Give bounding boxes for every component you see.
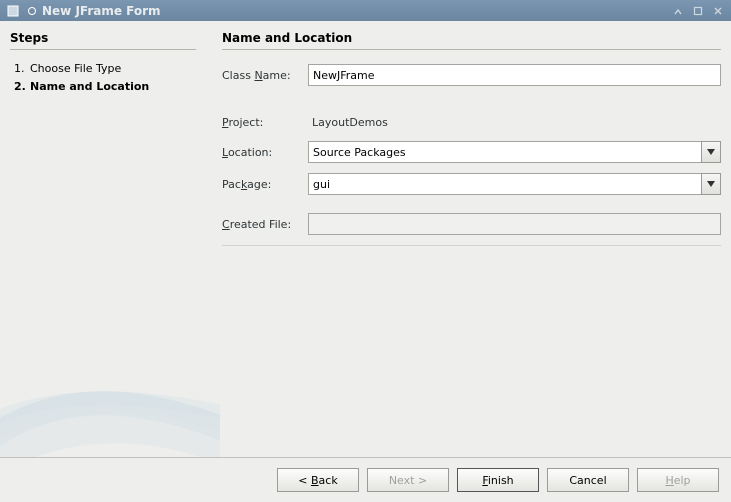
close-button[interactable] xyxy=(711,4,725,18)
location-label: Location: xyxy=(222,146,308,159)
steps-heading: Steps xyxy=(10,31,196,45)
back-button[interactable]: < Back xyxy=(277,468,359,492)
location-combo[interactable] xyxy=(308,141,721,163)
app-icon xyxy=(6,4,20,18)
location-input[interactable] xyxy=(308,141,701,163)
divider xyxy=(222,245,721,246)
step-label: Name and Location xyxy=(30,78,149,96)
step-number: 1. xyxy=(14,60,30,78)
classname-label: Class Name: xyxy=(222,69,308,82)
project-label: Project: xyxy=(222,116,308,129)
button-bar: < Back Next > Finish Cancel Help xyxy=(0,457,731,502)
titlebar: New JFrame Form xyxy=(0,0,731,21)
divider xyxy=(222,49,721,50)
help-button: Help xyxy=(637,468,719,492)
dropdown-arrow-icon[interactable] xyxy=(701,141,721,163)
finish-button[interactable]: Finish xyxy=(457,468,539,492)
step-item: 1. Choose File Type xyxy=(14,60,196,78)
main-panel: Name and Location Class Name: Project: L… xyxy=(206,31,721,446)
createdfile-field xyxy=(308,213,721,235)
minimize-button[interactable] xyxy=(671,4,685,18)
package-label: Package: xyxy=(222,178,308,191)
step-item: 2. Name and Location xyxy=(14,78,196,96)
package-input[interactable] xyxy=(308,173,701,195)
step-number: 2. xyxy=(14,78,30,96)
maximize-button[interactable] xyxy=(691,4,705,18)
decorative-swoosh xyxy=(0,326,220,466)
main-heading: Name and Location xyxy=(222,31,721,45)
project-value: LayoutDemos xyxy=(308,114,721,131)
divider xyxy=(10,49,196,50)
next-button: Next > xyxy=(367,468,449,492)
classname-input[interactable] xyxy=(308,64,721,86)
window-title: New JFrame Form xyxy=(42,4,671,18)
bullet-icon xyxy=(28,7,36,15)
createdfile-label: Created File: xyxy=(222,218,308,231)
package-combo[interactable] xyxy=(308,173,721,195)
cancel-button[interactable]: Cancel xyxy=(547,468,629,492)
steps-sidebar: Steps 1. Choose File Type 2. Name and Lo… xyxy=(10,31,206,446)
step-label: Choose File Type xyxy=(30,60,121,78)
dropdown-arrow-icon[interactable] xyxy=(701,173,721,195)
